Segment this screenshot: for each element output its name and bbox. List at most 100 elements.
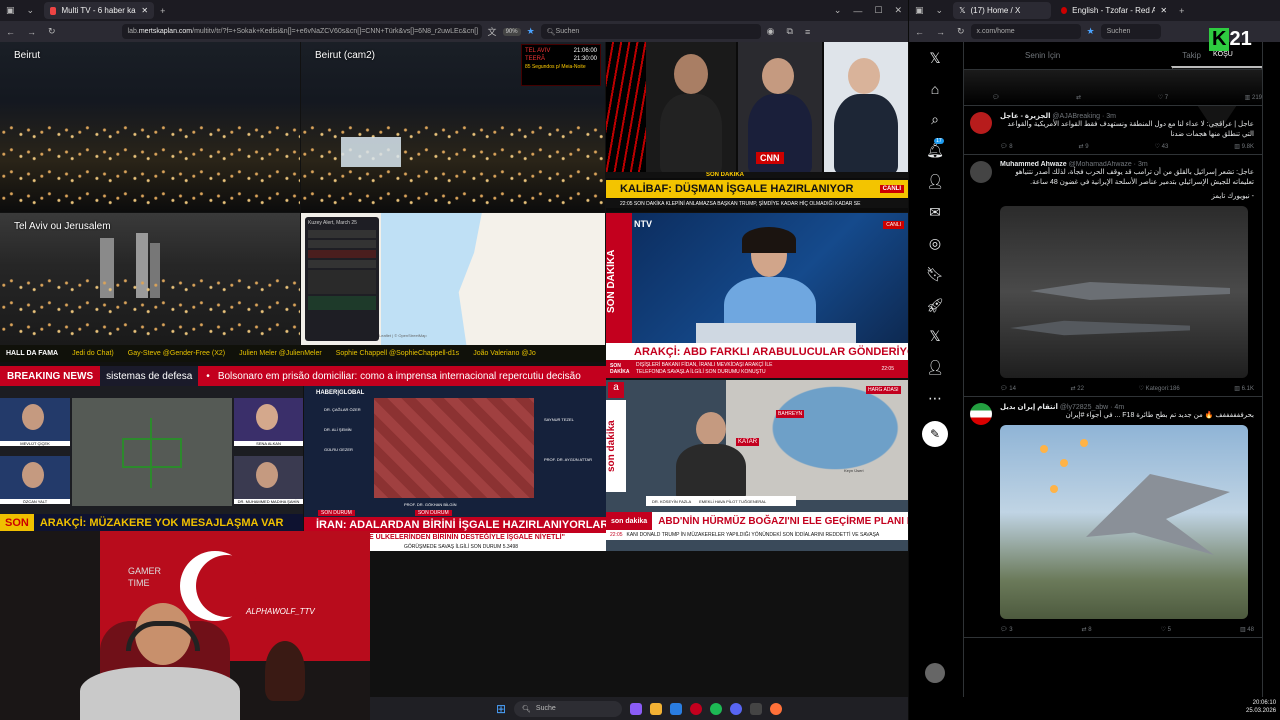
a-haber-stream[interactable]: son dakika a HARG ADASI BAHREYN KATAR Ke… (606, 380, 908, 551)
store-icon[interactable] (670, 702, 683, 715)
rocket-icon[interactable]: 🚀︎ (926, 297, 944, 314)
tweet-author[interactable]: أنتقام إيران بديل @ly72825_abw · 4m (1000, 403, 1254, 411)
sidebar-icon[interactable]: ▣ (909, 5, 930, 16)
bookmark-star-icon[interactable]: ★ (1081, 26, 1101, 37)
tab-for-you[interactable]: Senin İçin (1025, 51, 1060, 60)
menu-icon[interactable]: ≡ (799, 27, 816, 37)
alert-row[interactable] (308, 260, 376, 268)
extensions-icon[interactable]: ⧉ (781, 26, 799, 37)
firefox-icon[interactable] (770, 702, 783, 715)
alert-row[interactable] (308, 250, 376, 258)
obs-icon[interactable] (750, 702, 763, 715)
discord-icon[interactable] (730, 702, 743, 715)
search-icon[interactable]: ⌕ (931, 111, 939, 128)
tab-list-icon[interactable]: ⌄ (930, 5, 950, 16)
back-icon[interactable]: ← (0, 27, 21, 37)
alert-row[interactable] (308, 270, 376, 294)
ntv-stream[interactable]: SON DAKİKA NTV CANLI ARAKÇİ: ABD FARKLI … (606, 213, 908, 378)
repost-icon[interactable]: ⇄ 9 (1079, 143, 1089, 150)
reload-icon[interactable]: ↻ (951, 26, 971, 37)
repost-icon[interactable]: ⇄ (1076, 94, 1081, 101)
beirut-cam-stream[interactable]: Beirut (0, 42, 300, 212)
telaviv-cam-stream[interactable]: Tel Aviv ou Jerusalem (0, 213, 300, 345)
haberturk-stream[interactable]: HABER|GLOBAL DR. ÇAĞLAR ÖZER DR. ALİ ŞEM… (304, 386, 606, 551)
follow-icon[interactable]: 👤︎ (926, 173, 944, 190)
tweet-author[interactable]: الجزيرة - عاجل @AJABreaking · 3m (1000, 112, 1254, 120)
profile-icon[interactable]: 👤︎ (926, 359, 944, 376)
close-tab-icon[interactable]: ✕ (141, 6, 148, 15)
tab-tzofar[interactable]: English - Tzofar - Red Alert ✕ (1055, 2, 1173, 19)
windows-start-icon[interactable]: ⊞ (496, 702, 506, 716)
tab-x-home[interactable]: 𝕏 (17) Home / X (953, 2, 1052, 19)
reload-icon[interactable]: ↻ (42, 26, 62, 37)
sidebar-icon[interactable]: ▣ (0, 5, 21, 16)
x-logo-icon[interactable]: 𝕏 (929, 50, 940, 67)
tab-multitv[interactable]: Multi TV - 6 haber kanalını ✕ (44, 2, 155, 19)
account-avatar[interactable] (925, 663, 945, 683)
tweet-author[interactable]: Muhammed Ahwaze @MohamadAhwaze · 3m (1000, 161, 1254, 168)
repost-icon[interactable]: ⇄ 8 (1082, 626, 1092, 633)
like-icon[interactable]: ♡ 7 (1158, 94, 1168, 101)
compose-post-button[interactable]: ✎ (922, 421, 948, 447)
repost-icon[interactable]: ⇄ 22 (1071, 385, 1084, 392)
close-window-icon[interactable]: ✕ (888, 5, 908, 16)
task-view-icon[interactable] (630, 702, 643, 715)
like-icon[interactable]: ♡ 5 (1161, 626, 1171, 633)
views-icon[interactable]: ▥ 219 (1245, 94, 1262, 101)
tweet[interactable]: Muhammed Ahwaze @MohamadAhwaze · 3m عاجل… (964, 155, 1262, 397)
tweet-image-f16[interactable] (1000, 425, 1248, 619)
bookmark-star-icon[interactable]: ★ (521, 26, 541, 37)
alert-row[interactable] (308, 296, 376, 310)
notifications-icon[interactable]: 🔔︎ 17 (926, 138, 944, 159)
tweet-image-jets[interactable] (1000, 206, 1248, 378)
new-tab-icon[interactable]: + (1173, 6, 1190, 16)
list-all-tabs-icon[interactable]: ⌄ (828, 5, 848, 16)
maximize-icon[interactable]: ☐ (868, 5, 888, 16)
bookmarks-icon[interactable]: 🔖︎ (926, 266, 944, 283)
red-alert-map[interactable]: Kuzey Alert, March 25 Leaflet | © OpenSt… (301, 213, 605, 345)
minimize-icon[interactable]: — (847, 6, 868, 16)
zoom-badge[interactable]: 90% (502, 27, 521, 36)
search-input[interactable]: Suchen (1100, 24, 1161, 39)
messages-icon[interactable]: ✉︎ (929, 204, 941, 221)
home-icon[interactable]: ⌂ (931, 81, 939, 97)
reply-icon[interactable]: 💬︎ 14 (1000, 385, 1016, 392)
close-tab-icon[interactable]: ✕ (1160, 6, 1167, 15)
grok-icon[interactable]: ◎ (929, 235, 941, 252)
more-icon[interactable]: ⋯ (928, 390, 942, 407)
tweet[interactable]: الجزيرة - عاجل @AJABreaking · 3m عاجل | … (964, 106, 1262, 155)
tab-list-icon[interactable]: ⌄ (21, 5, 41, 16)
reply-icon[interactable]: 💬︎ 3 (1000, 626, 1013, 633)
url-field[interactable]: x.com/home (970, 24, 1081, 39)
avatar[interactable] (970, 403, 992, 425)
opera-icon[interactable] (690, 702, 703, 715)
premium-x-icon[interactable]: 𝕏 (929, 328, 940, 345)
taskbar-search[interactable]: 🔍︎ Suche (514, 700, 623, 717)
back-icon[interactable]: ← (909, 27, 930, 37)
forward-icon[interactable]: → (21, 27, 42, 37)
alert-row[interactable] (308, 240, 376, 248)
views-icon[interactable]: ▥ 9.8K (1234, 143, 1254, 150)
beirut-cam2-stream[interactable]: Beirut (cam2) TEL AVIV 21:06:00 TEERÃ 21:3… (301, 42, 605, 212)
avatar[interactable] (970, 112, 992, 134)
url-field[interactable]: lab. mertskaplan.com/multitv/tr/?f=+Sokak… (121, 24, 482, 39)
tweet[interactable]: أنتقام إيران بديل @ly72825_abw · 4m بحرف… (964, 397, 1262, 638)
halk-tv-stream[interactable]: MEVLÜT ÇİÇEK ÖZCAN YALT SENA ALKAN DR. M… (0, 386, 303, 531)
like-icon[interactable]: ♡ 43 (1155, 143, 1169, 150)
like-icon[interactable]: ♡ Kategori:186 (1139, 385, 1180, 392)
search-input[interactable]: 🔍︎ Suchen (540, 24, 761, 39)
reply-icon[interactable]: 💬︎ 8 (1000, 143, 1013, 150)
account-icon[interactable]: ◉ (761, 26, 781, 37)
alert-row[interactable] (308, 230, 376, 238)
tab-following[interactable]: Takip (1182, 51, 1201, 60)
new-tab-icon[interactable]: + (154, 6, 171, 16)
spotify-icon[interactable] (710, 702, 723, 715)
views-icon[interactable]: ▥ 48 (1240, 626, 1254, 633)
cnn-turk-stream[interactable]: CNN SON DAKİKA KALİBAF: DÜŞMAN İŞGALE HA… (606, 42, 908, 212)
avatar[interactable] (970, 161, 992, 183)
forward-icon[interactable]: → (930, 27, 951, 37)
file-explorer-icon[interactable] (650, 702, 663, 715)
translate-icon[interactable]: 文 (482, 25, 503, 38)
system-clock[interactable]: 20:06:10 25.03.2026 (1246, 699, 1276, 715)
reply-icon[interactable]: 💬︎ (992, 94, 1000, 101)
